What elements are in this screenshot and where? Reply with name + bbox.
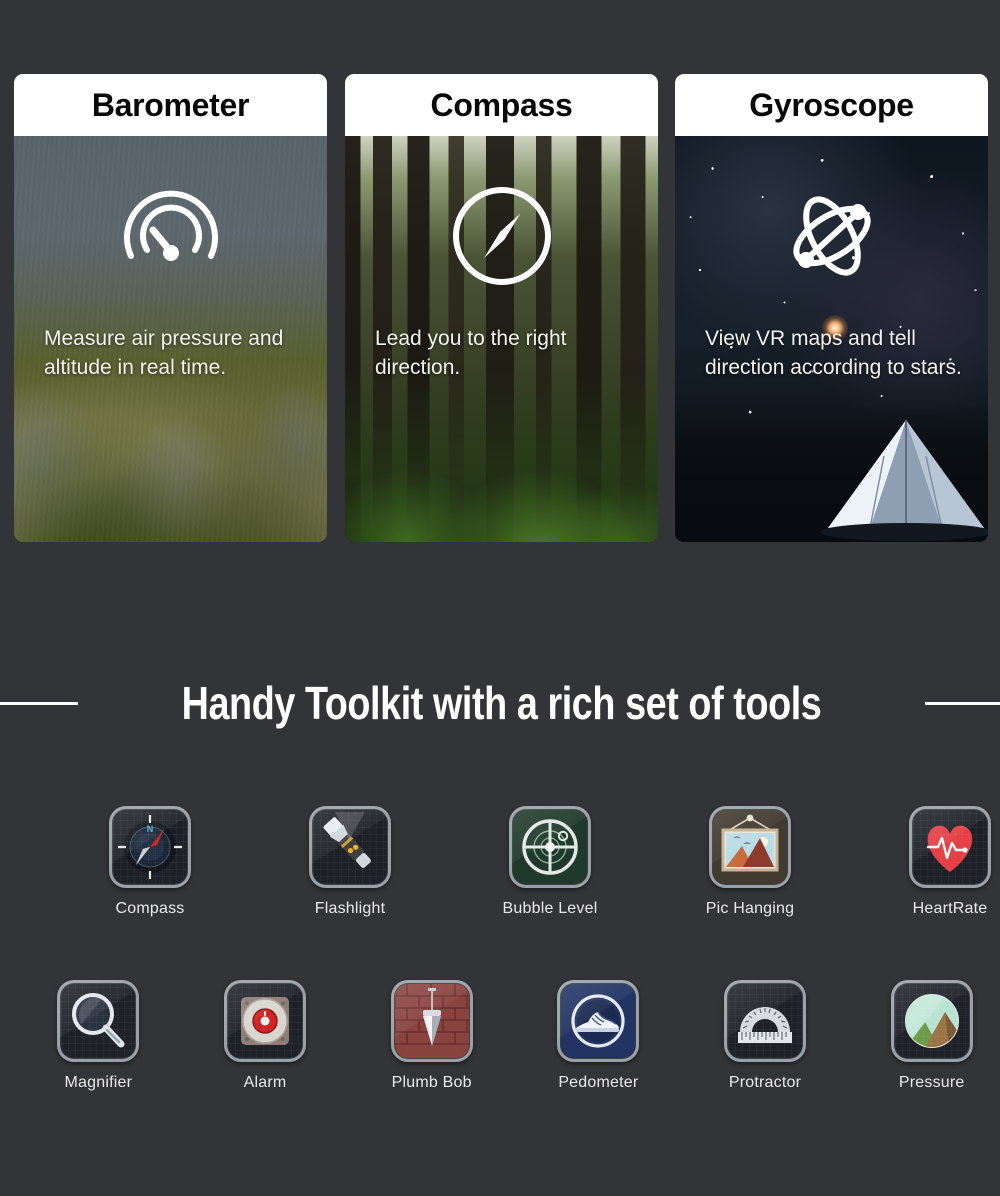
card-body: Lead you to the right direction.: [345, 136, 658, 542]
pressure-landscape-app-icon[interactable]: [890, 980, 973, 1062]
tool-item-pic-hanging[interactable]: Pic Hanging: [650, 806, 850, 918]
tool-item-flashlight[interactable]: Flashlight: [250, 806, 450, 918]
tool-label: Flashlight: [314, 900, 386, 917]
tool-label: Pedometer: [558, 1074, 639, 1091]
tool-label: Protractor: [728, 1074, 802, 1091]
tool-item-pressure[interactable]: Pressure: [848, 980, 1000, 1092]
card-body: Measure air pressure and altitude in rea…: [14, 136, 327, 542]
tool-label: Pic Hanging: [705, 900, 795, 917]
card-title: Compass: [345, 74, 658, 136]
tool-item-bubble-level[interactable]: Bubble Level: [450, 806, 650, 918]
tool-item-protractor[interactable]: Protractor: [682, 980, 849, 1092]
tool-item-alarm[interactable]: Alarm: [182, 980, 349, 1092]
plumb-bob-app-icon[interactable]: [390, 980, 473, 1062]
svg-text:N: N: [147, 824, 154, 834]
flashlight-app-icon[interactable]: [309, 806, 391, 888]
tool-grid-row-2: Magnifier Alarm Plumb Bob Pedometer Prot…: [0, 980, 1000, 1092]
pedometer-shoe-app-icon[interactable]: [557, 980, 640, 1062]
tool-grid-row-1: N Compass Flashlight Bubble Level Pic Ha…: [0, 806, 1000, 918]
section-headline-row: Handy Toolkit with a rich set of tools: [0, 672, 1000, 734]
tool-item-heartrate[interactable]: HeartRate: [850, 806, 1000, 918]
tool-label: Pressure: [898, 1074, 965, 1091]
compass-needle-icon: [446, 180, 558, 292]
tool-item-magnifier[interactable]: Magnifier: [15, 980, 182, 1092]
tool-label: Bubble Level: [502, 900, 598, 917]
tool-item-plumb-bob[interactable]: Plumb Bob: [348, 980, 515, 1092]
card-description: Measure air pressure and altitude in rea…: [44, 327, 284, 379]
bubble-level-app-icon[interactable]: [509, 806, 591, 888]
page-title: Handy Toolkit with a rich set of tools: [181, 677, 822, 729]
atom-orbit-icon: [776, 180, 888, 292]
magnifier-app-icon[interactable]: [57, 980, 140, 1062]
alarm-button-app-icon[interactable]: [224, 980, 306, 1062]
tool-label: HeartRate: [912, 900, 988, 917]
card-title: Gyroscope: [675, 74, 988, 136]
feature-card-compass[interactable]: Compass Lead you to the right direction.: [345, 74, 658, 542]
card-body: View VR maps and tell direction accordin…: [675, 136, 988, 542]
tent-silhouette: [814, 410, 988, 542]
tool-label: Alarm: [243, 1074, 287, 1091]
protractor-app-icon[interactable]: [724, 980, 807, 1062]
tool-label: Plumb Bob: [391, 1074, 472, 1091]
card-description: Lead you to the right direction.: [375, 327, 567, 379]
headline-rule-left: [0, 701, 78, 705]
tool-label: Magnifier: [64, 1074, 133, 1091]
picture-hanging-app-icon[interactable]: [709, 806, 791, 888]
feature-card-barometer[interactable]: Barometer Measure air pressure and altit…: [14, 74, 327, 542]
headline-rule-right: [925, 701, 1000, 705]
tool-item-compass[interactable]: N Compass: [50, 806, 250, 918]
feature-cards-row: Barometer Measure air pressure and altit…: [0, 74, 1000, 542]
heart-rate-app-icon[interactable]: [909, 806, 991, 888]
compass-app-icon[interactable]: N: [109, 806, 191, 888]
tool-item-pedometer[interactable]: Pedometer: [515, 980, 682, 1092]
card-description: View VR maps and tell direction accordin…: [705, 327, 962, 379]
tool-label: Compass: [115, 900, 185, 917]
feature-card-gyroscope[interactable]: Gyroscope View VR maps and tell directio…: [675, 74, 988, 542]
card-title: Barometer: [14, 74, 327, 136]
barometer-gauge-icon: [115, 180, 227, 292]
